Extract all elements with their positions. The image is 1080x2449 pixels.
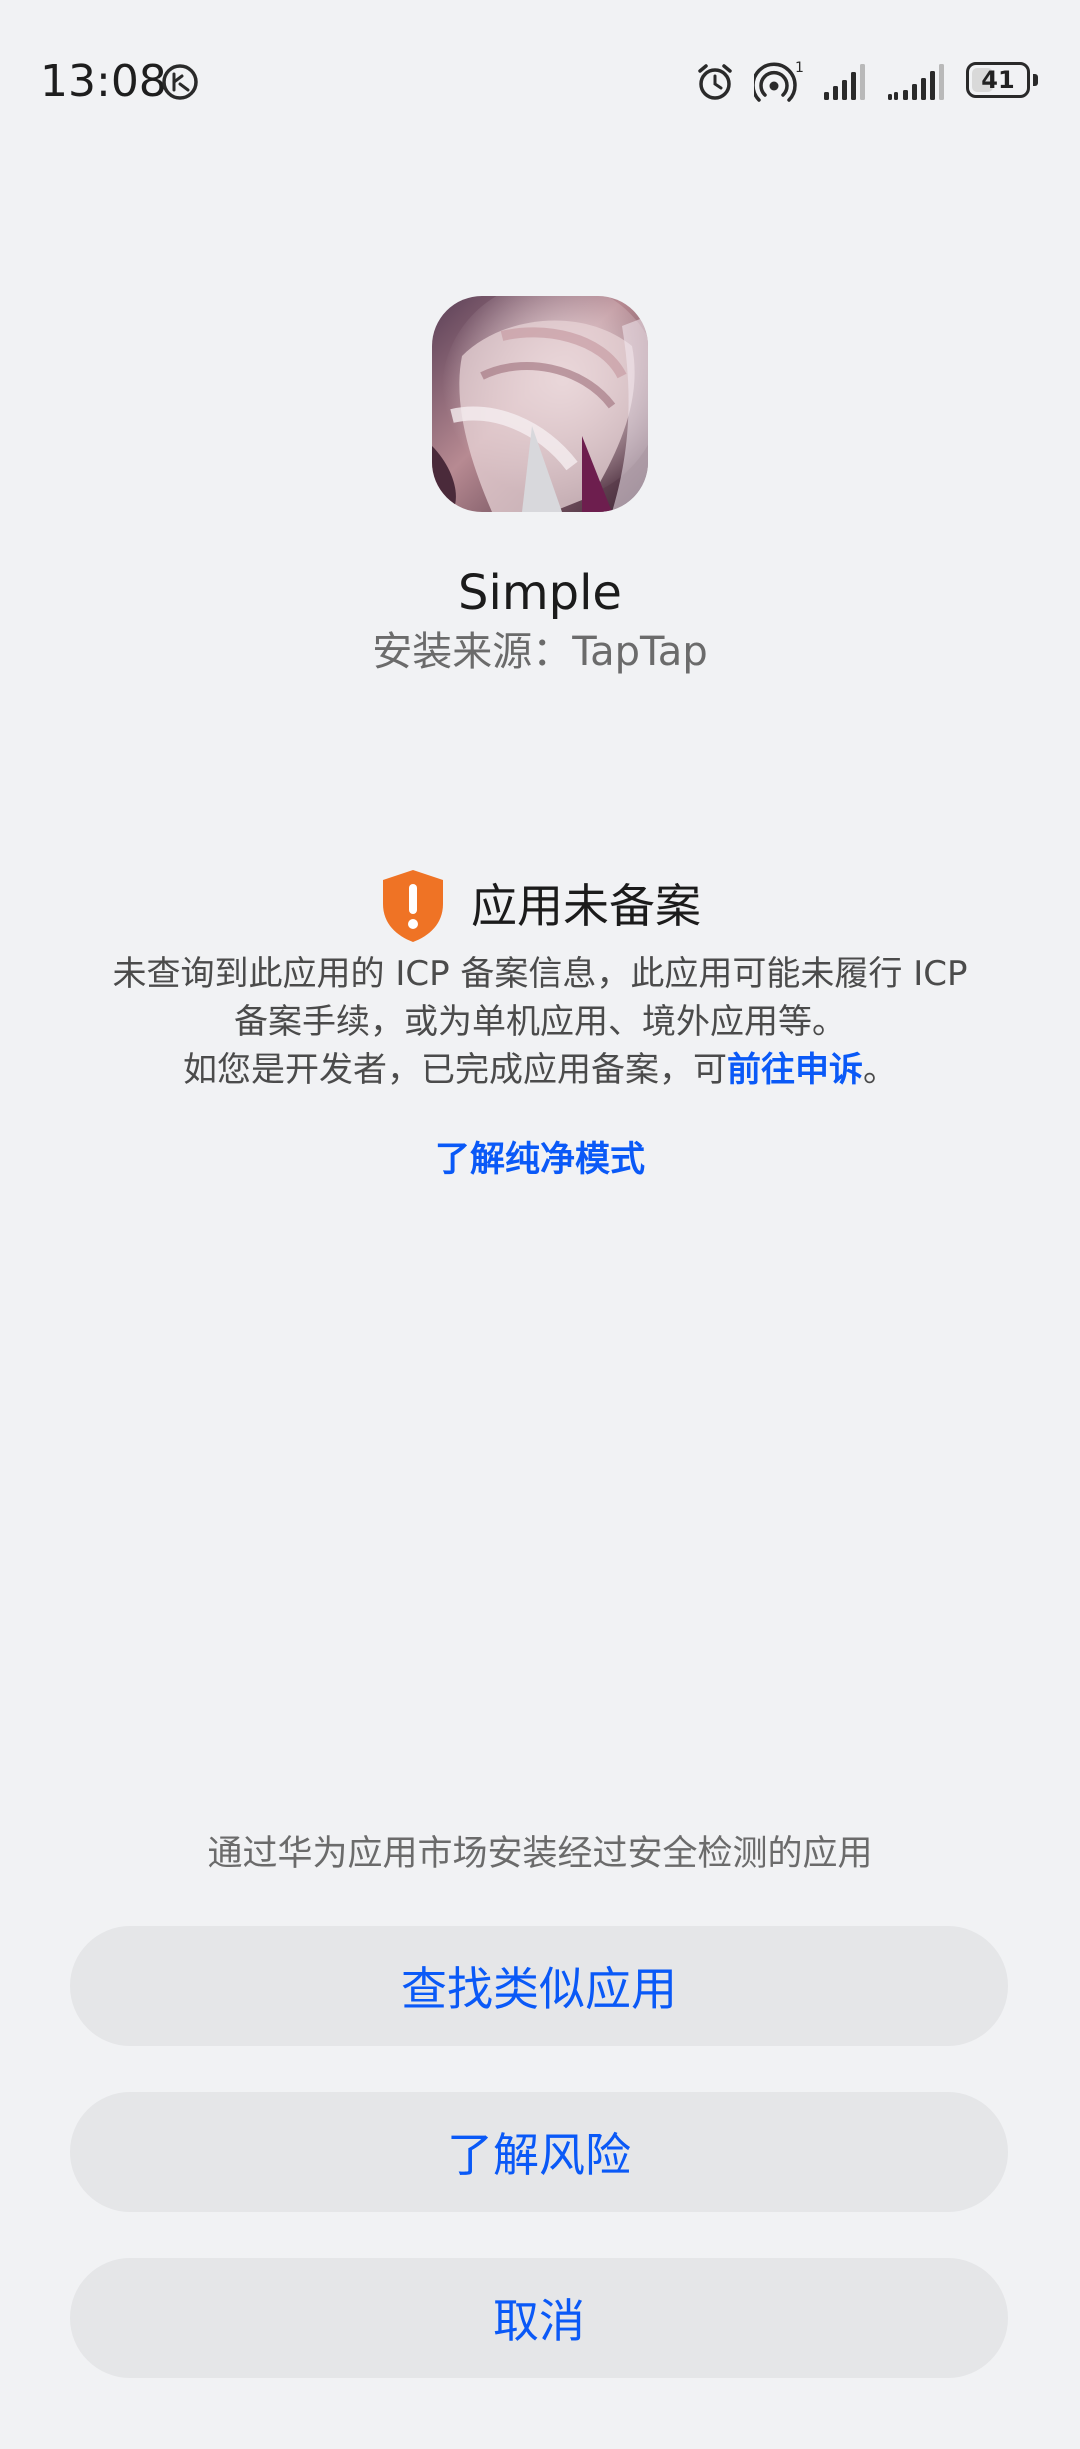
app-icon (432, 296, 648, 512)
appeal-link[interactable]: 前往申诉 (727, 1050, 863, 1090)
hotspot-icon: 1 (754, 60, 804, 102)
warning-title: 应用未备案 (471, 879, 701, 933)
status-icons: 1 41 (694, 58, 1040, 106)
warning-header: 应用未备案 (0, 864, 1080, 948)
hotspot-count: 1 (795, 60, 804, 76)
signal-icon (824, 64, 865, 100)
status-time: 13:08 (40, 56, 167, 107)
alarm-icon (698, 64, 732, 100)
shield-warning-icon (383, 870, 443, 942)
warning-desc-line-1: 未查询到此应用的 ICP 备案信息，此应用可能未履行 ICP (112, 954, 968, 994)
cancel-button[interactable]: 取消 (70, 2258, 1008, 2378)
warning-desc-line-3-suffix: 。 (863, 1050, 897, 1090)
app-name: Simple (458, 565, 622, 621)
huawei-share-icon (162, 64, 198, 100)
warning-desc-line-3-prefix: 如您是开发者，已完成应用备案，可 (183, 1050, 727, 1090)
signal-icon-2 (888, 64, 944, 100)
warning-desc-line-3: 如您是开发者，已完成应用备案，可前往申诉。 (70, 1046, 1010, 1094)
app-source: 安装来源：TapTap (372, 629, 708, 675)
find-similar-apps-button[interactable]: 查找类似应用 (70, 1926, 1008, 2046)
battery-icon: 41 (966, 62, 1040, 102)
learn-risk-button[interactable]: 了解风险 (70, 2092, 1008, 2212)
warning-desc-line-2: 备案手续，或为单机应用、境外应用等。 (234, 1002, 846, 1042)
learn-pure-mode-link[interactable]: 了解纯净模式 (0, 1136, 1080, 1184)
warning-description: 未查询到此应用的 ICP 备案信息，此应用可能未履行 ICP 备案手续，或为单机… (70, 950, 1010, 1094)
bottom-hint: 通过华为应用市场安装经过安全检测的应用 (207, 1834, 873, 1874)
status-bar: 13:08 1 41 (0, 0, 1080, 160)
battery-level: 41 (981, 66, 1015, 94)
